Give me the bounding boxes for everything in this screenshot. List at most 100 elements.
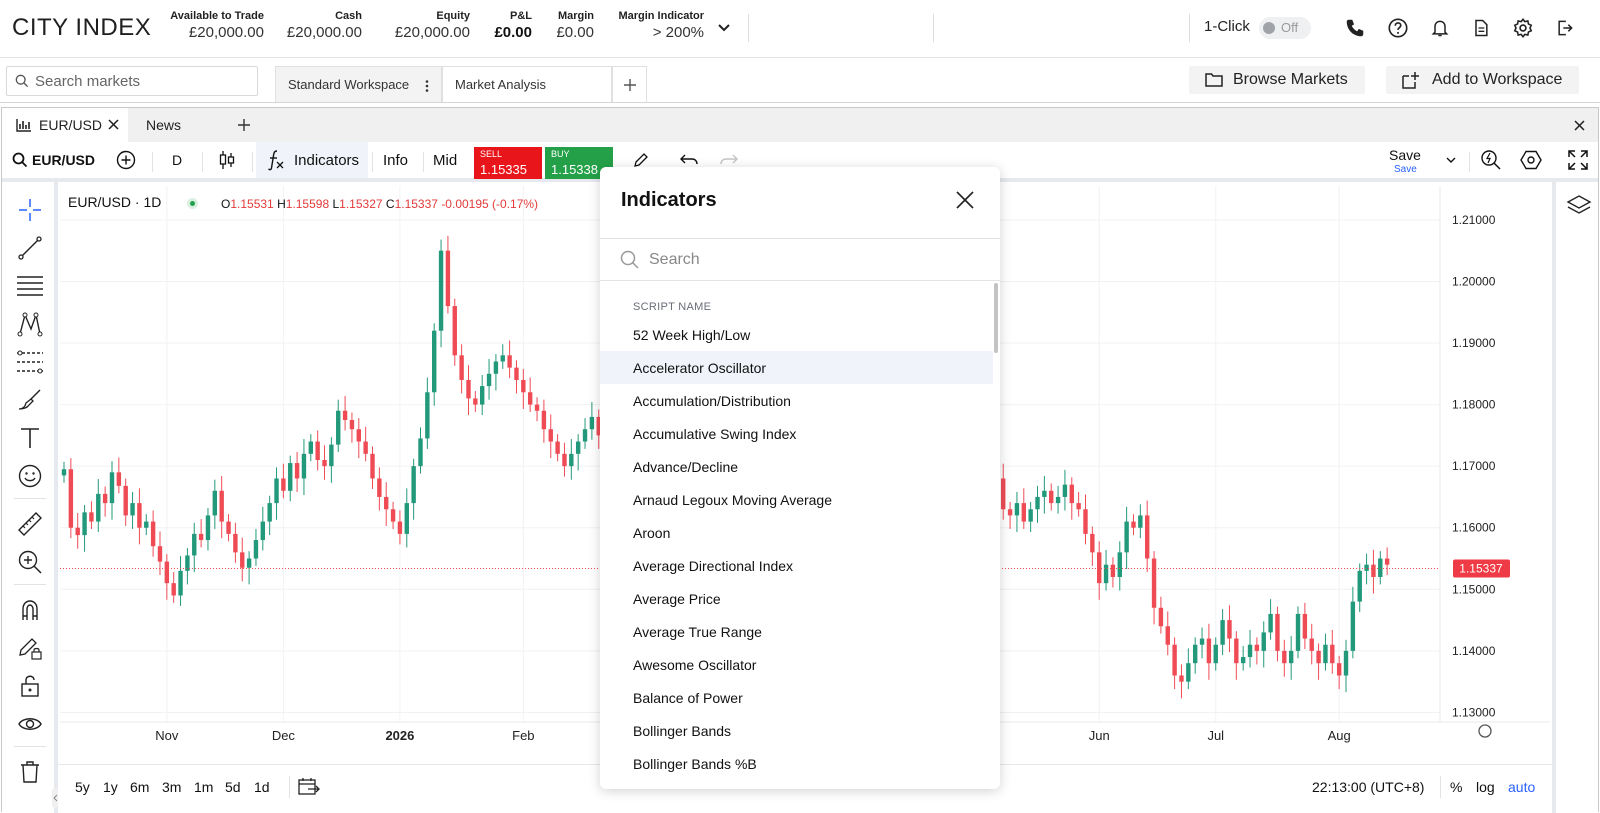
object-tree-button[interactable] — [1566, 194, 1592, 223]
range-6m[interactable]: 6m — [130, 779, 149, 795]
help-icon — [1388, 18, 1408, 38]
save-layout-button[interactable]: Save — [1389, 147, 1421, 163]
layout-menu-button[interactable] — [1446, 142, 1456, 178]
one-click-toggle[interactable]: Off — [1259, 17, 1311, 39]
candle-body — [1021, 503, 1026, 522]
list-scrollbar[interactable] — [994, 283, 998, 353]
search-zap-icon — [1481, 150, 1501, 170]
tab-eur-usd[interactable]: EUR/USD — [2, 108, 128, 142]
tab-market-analysis[interactable]: Market Analysis — [442, 66, 612, 102]
range-1m[interactable]: 1m — [194, 779, 213, 795]
toggle-state: Off — [1281, 20, 1299, 35]
tab-standard-workspace[interactable]: Standard Workspace — [275, 66, 442, 102]
magnet-tool[interactable] — [16, 596, 44, 624]
timezone-button[interactable]: 22:13:00 (UTC+8) — [1312, 779, 1424, 795]
candle-body — [1364, 564, 1369, 571]
market-search-box[interactable] — [6, 66, 258, 96]
eye-icon — [18, 718, 42, 730]
calendar-arrow-icon — [298, 778, 320, 795]
mid-button[interactable]: Mid — [433, 142, 457, 178]
measure-tool[interactable] — [16, 510, 44, 538]
close-panel-button[interactable] — [1574, 108, 1588, 142]
browse-markets-button[interactable]: Browse Markets — [1189, 66, 1365, 94]
indicator-item[interactable]: Average True Range — [600, 615, 993, 648]
text-tool[interactable] — [16, 424, 44, 452]
account-label: Available to Trade — [170, 10, 264, 22]
lock-all-tool[interactable] — [16, 672, 44, 700]
indicator-item[interactable]: Accelerator Oscillator — [600, 351, 993, 384]
trend-line-tool[interactable] — [16, 234, 44, 262]
brush-tool[interactable] — [16, 386, 44, 414]
quick-search-button[interactable] — [1480, 142, 1502, 178]
range-1d[interactable]: 1d — [254, 779, 270, 795]
layers-icon — [1566, 195, 1592, 214]
account-cash: Cash £20,000.00 — [280, 10, 362, 41]
candle-body — [1282, 650, 1287, 664]
documents-button[interactable] — [1467, 14, 1495, 42]
indicator-item[interactable]: Bollinger Bands %B — [600, 747, 993, 780]
indicators-button[interactable]: Indicators — [256, 142, 368, 178]
zoom-in-tool[interactable] — [16, 548, 44, 576]
tab-news[interactable]: News — [128, 108, 224, 142]
compare-symbol-button[interactable] — [116, 142, 136, 178]
account-expand-button[interactable] — [710, 14, 738, 42]
indicator-item[interactable]: Arnaud Legoux Moving Average — [600, 483, 993, 516]
fib-tool[interactable] — [16, 348, 44, 376]
range-1y[interactable]: 1y — [103, 779, 118, 795]
market-search-input[interactable] — [35, 72, 235, 90]
symbol-search-button[interactable]: EUR/USD — [12, 142, 95, 178]
visibility-tool[interactable] — [16, 710, 44, 738]
indicator-item[interactable]: Aroon — [600, 516, 993, 549]
interval-button[interactable]: D — [172, 142, 182, 178]
more-vertical-icon[interactable] — [425, 80, 429, 92]
indicator-search-input[interactable] — [649, 250, 949, 269]
log-scale-button[interactable]: log — [1476, 779, 1495, 795]
indicator-item[interactable]: Average Price — [600, 582, 993, 615]
close-icon[interactable] — [108, 119, 119, 130]
indicator-item[interactable]: Average Directional Index — [600, 549, 993, 582]
range-5y[interactable]: 5y — [75, 779, 90, 795]
candle-body — [377, 478, 382, 497]
add-workspace-tab-button[interactable] — [612, 66, 647, 102]
auto-scale-button[interactable]: auto — [1508, 779, 1535, 795]
info-button[interactable]: Info — [383, 142, 408, 178]
crosshair-tool[interactable] — [16, 196, 44, 224]
indicator-item[interactable]: Balance of Power — [600, 681, 993, 714]
indicator-item[interactable]: Accumulative Swing Index — [600, 417, 993, 450]
chart-type-button[interactable] — [218, 142, 236, 178]
settings-button[interactable] — [1509, 14, 1537, 42]
candle-body — [1302, 613, 1308, 639]
add-to-workspace-button[interactable]: Add to Workspace — [1386, 66, 1579, 94]
chart-settings-button[interactable] — [1520, 142, 1542, 178]
fullscreen-button[interactable] — [1568, 142, 1588, 178]
axis-settings-icon[interactable] — [1478, 724, 1492, 738]
candle-body — [466, 379, 471, 399]
indicator-search-box[interactable] — [600, 238, 1000, 281]
indicator-item[interactable]: Advance/Decline — [600, 450, 993, 483]
add-chart-tab-button[interactable] — [238, 108, 254, 142]
candle-body — [1330, 644, 1335, 664]
sell-button[interactable]: SELL 1.15335 — [474, 147, 542, 179]
delete-drawings-tool[interactable] — [16, 758, 44, 786]
indicator-item[interactable]: Bollinger Bands — [600, 714, 993, 747]
brand-logo[interactable]: CITY INDEX — [12, 14, 151, 42]
dialog-close-button[interactable] — [952, 187, 978, 213]
range-5d[interactable]: 5d — [225, 779, 241, 795]
indicator-item[interactable]: Accumulation/Distribution — [600, 384, 993, 417]
logout-button[interactable] — [1551, 14, 1579, 42]
go-to-date-button[interactable] — [298, 777, 320, 802]
emoji-tool[interactable] — [16, 462, 44, 490]
indicator-item[interactable]: Awesome Oscillator — [600, 648, 993, 681]
notifications-button[interactable] — [1426, 14, 1454, 42]
indicator-item[interactable]: 52 Week High/Low — [600, 318, 993, 351]
pattern-tool[interactable] — [16, 310, 44, 338]
candle-body — [82, 512, 87, 536]
horizontal-lines-tool[interactable] — [16, 272, 44, 300]
candle-body — [253, 540, 259, 559]
candle-body — [150, 521, 156, 547]
help-button[interactable] — [1384, 14, 1412, 42]
lock-drawing-tool[interactable] — [16, 634, 44, 662]
phone-button[interactable] — [1341, 14, 1369, 42]
range-3m[interactable]: 3m — [162, 779, 181, 795]
percent-scale-button[interactable]: % — [1450, 779, 1462, 795]
